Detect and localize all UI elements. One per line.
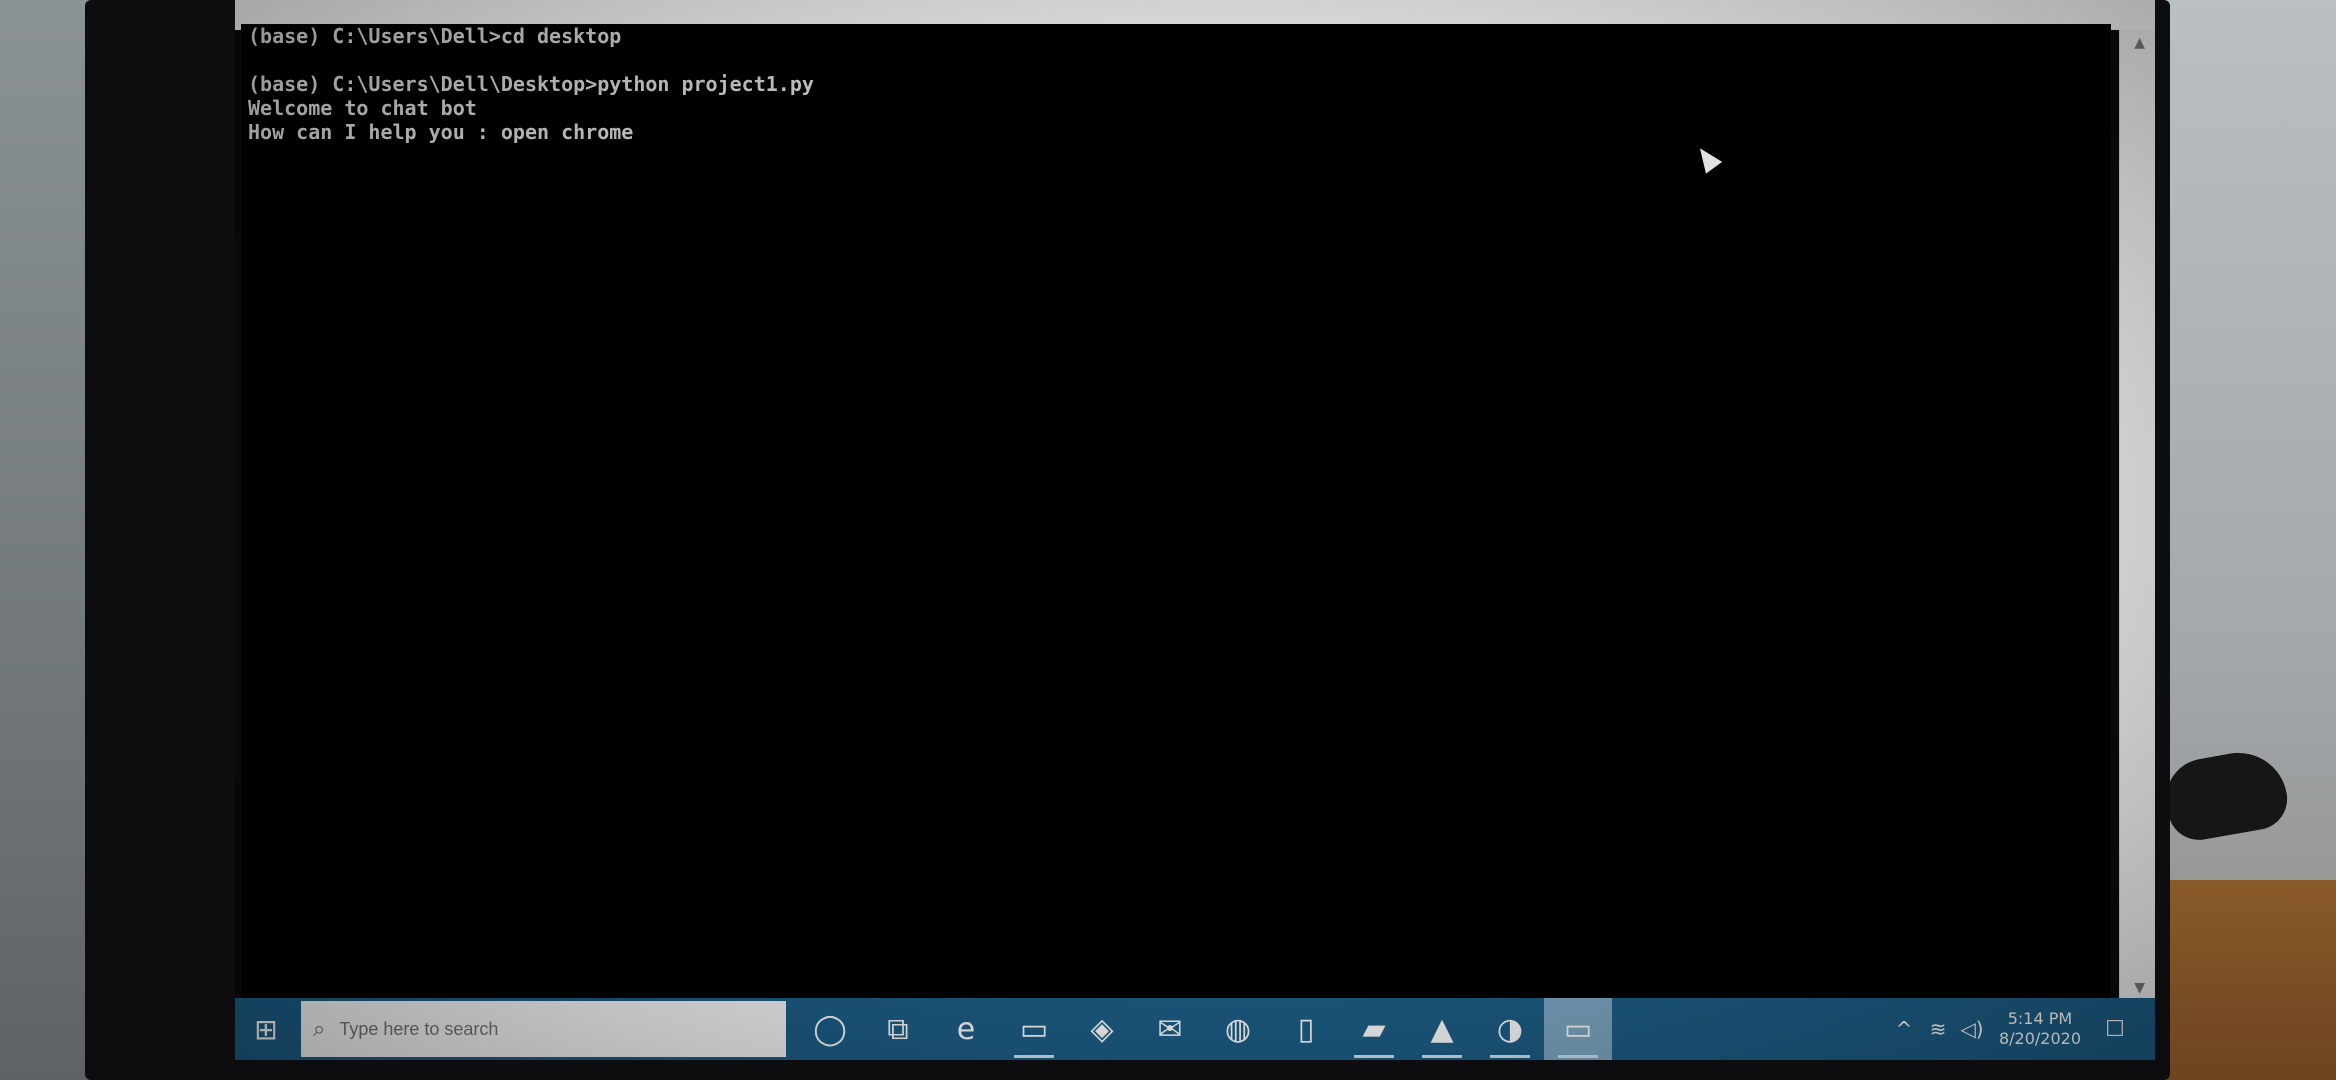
monitor-bezel: (base) C:\Users\Dell>cd desktop (base) C… xyxy=(85,0,2170,1080)
task-view-button[interactable]: ⧉ xyxy=(864,998,932,1060)
chevron-up-icon: ^ xyxy=(1895,1017,1913,1041)
taskbar-search-box[interactable]: ⌕ xyxy=(301,1001,786,1057)
console-line: (base) C:\Users\Dell>cd desktop xyxy=(248,24,622,48)
taskbar-pinned-apps: ◯ ⧉ e ▭ ◈ ✉ ◍ ▯ ▰ ▲ ◑ ▭ xyxy=(796,998,1612,1060)
phone-button[interactable]: ▯ xyxy=(1272,998,1340,1060)
cortana-icon: ◯ xyxy=(813,1011,847,1047)
windows-logo-icon: ⊞ xyxy=(254,1012,278,1046)
task-view-icon: ⧉ xyxy=(887,1011,909,1047)
chrome-icon: ◑ xyxy=(1496,1011,1524,1047)
console-output[interactable]: (base) C:\Users\Dell>cd desktop (base) C… xyxy=(241,24,2111,999)
edge-button[interactable]: e xyxy=(932,998,1000,1060)
action-center-button[interactable]: ☐ xyxy=(2095,1017,2135,1042)
browser-icon: ◍ xyxy=(1224,1011,1252,1047)
taskbar: ⊞ ⌕ ◯ ⧉ e ▭ ◈ xyxy=(235,998,2155,1060)
network-icon: ≋ xyxy=(1929,1017,1947,1041)
mail-button[interactable]: ✉ xyxy=(1136,998,1204,1060)
search-icon: ⌕ xyxy=(313,1016,326,1042)
clock-time: 5:14 PM xyxy=(2007,1009,2073,1028)
terminal-icon: ▭ xyxy=(1563,1011,1593,1047)
mail-icon: ✉ xyxy=(1157,1011,1183,1047)
volume-icon: ◁) xyxy=(1960,1017,1984,1041)
system-tray: ^ ≋ ◁) 5:14 PM 8/20/2020 ☐ xyxy=(1887,998,2155,1060)
console-line: How can I help you : open chrome xyxy=(248,120,634,144)
start-button[interactable]: ⊞ xyxy=(235,998,297,1060)
vertical-scrollbar[interactable] xyxy=(2119,30,2155,1005)
phone-icon: ▯ xyxy=(1297,1011,1315,1047)
notification-icon: ☐ xyxy=(2105,1016,2125,1042)
network-button[interactable]: ≋ xyxy=(1921,1017,1955,1041)
terminal-button[interactable]: ▭ xyxy=(1544,998,1612,1060)
notes-button[interactable]: ▰ xyxy=(1340,998,1408,1060)
clock-date: 8/20/2020 xyxy=(1998,1029,2081,1048)
notes-icon: ▰ xyxy=(1362,1011,1386,1047)
browser-button[interactable]: ◍ xyxy=(1204,998,1272,1060)
store-button[interactable]: ◈ xyxy=(1068,998,1136,1060)
scroll-up-icon[interactable]: ▲ xyxy=(2134,35,2145,51)
edge-icon: e xyxy=(956,1011,976,1047)
scroll-down-icon[interactable]: ▼ xyxy=(2134,980,2145,996)
cortana-button[interactable]: ◯ xyxy=(796,998,864,1060)
console-line: (base) C:\Users\Dell\Desktop>python proj… xyxy=(248,72,814,96)
screen: (base) C:\Users\Dell>cd desktop (base) C… xyxy=(235,0,2155,1060)
console-line: Welcome to chat bot xyxy=(248,96,477,120)
volume-button[interactable]: ◁) xyxy=(1955,1017,1989,1041)
file-explorer-button[interactable]: ▭ xyxy=(1000,998,1068,1060)
chrome-button[interactable]: ◑ xyxy=(1476,998,1544,1060)
store-icon: ◈ xyxy=(1090,1011,1114,1047)
file-explorer-icon: ▭ xyxy=(1019,1011,1049,1047)
search-input[interactable] xyxy=(337,1017,722,1041)
photos-icon: ▲ xyxy=(1430,1011,1454,1047)
show-hidden-icons-button[interactable]: ^ xyxy=(1887,1017,1921,1041)
photos-button[interactable]: ▲ xyxy=(1408,998,1476,1060)
clock[interactable]: 5:14 PM 8/20/2020 xyxy=(1999,1009,2081,1049)
